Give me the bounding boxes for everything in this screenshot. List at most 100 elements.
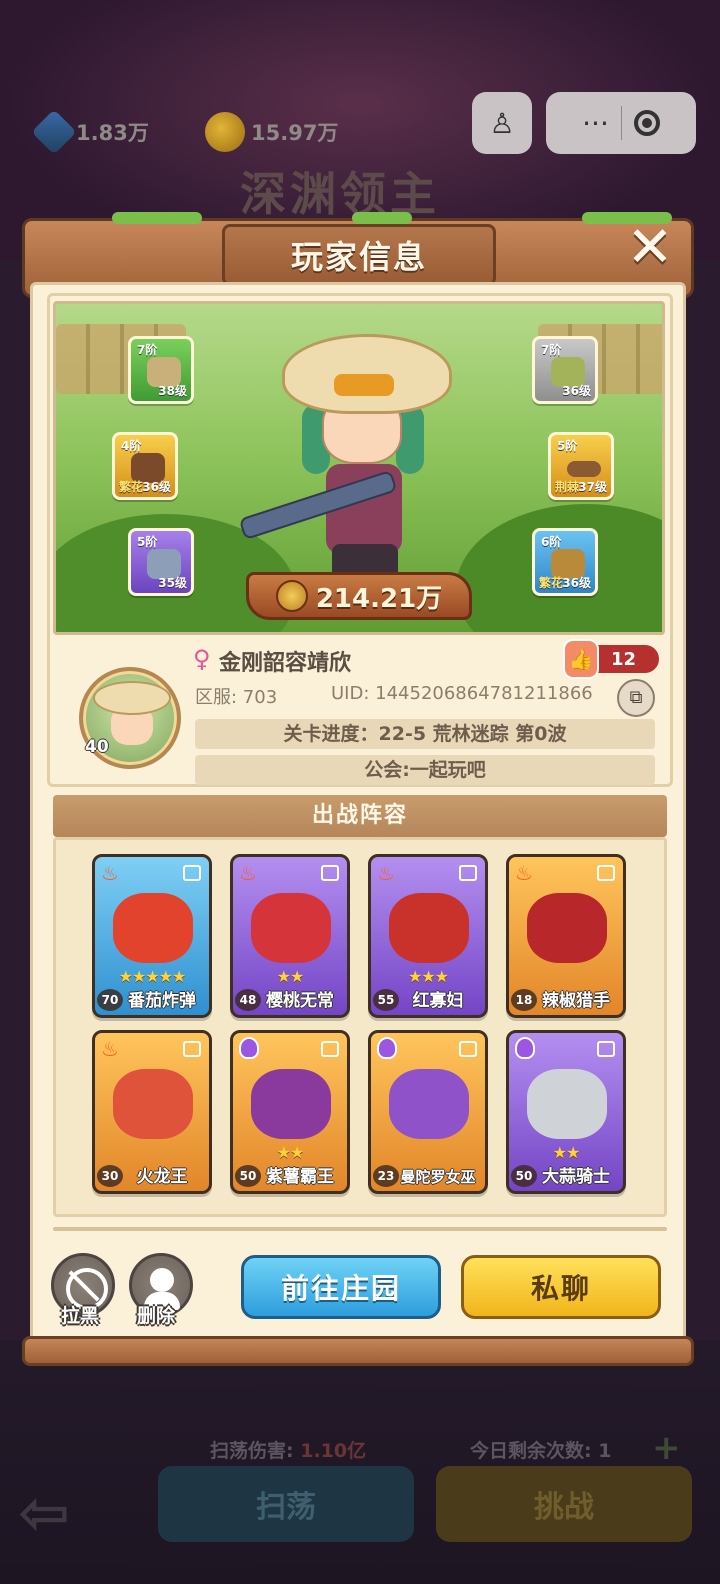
dialog-title: 玩家信息 xyxy=(222,224,496,286)
equip-armor[interactable]: 7阶 36级 xyxy=(532,336,598,404)
datura-witch-art xyxy=(389,1069,469,1139)
card-name: 番茄炸弹 xyxy=(128,991,196,1011)
potion-element-icon xyxy=(377,1037,397,1059)
add-attempts-icon[interactable]: + xyxy=(652,1428,681,1468)
equip-boots[interactable]: 6阶 繁花 36级 xyxy=(532,528,598,596)
like-count: 12 xyxy=(611,649,637,670)
chili-hunter-art xyxy=(527,893,607,963)
joystick-button[interactable]: ♙ xyxy=(472,92,532,154)
belt-icon xyxy=(567,461,601,477)
fire-element-icon: ♨ xyxy=(239,861,257,885)
equip-level: 38级 xyxy=(158,384,187,398)
gem-value: 1.83万 xyxy=(76,121,149,145)
dialog-footer-wood xyxy=(22,1336,694,1366)
equip-level: 36级 xyxy=(562,576,591,590)
plant-card[interactable]: ★★ 50 大蒜骑士 xyxy=(506,1030,626,1194)
equip-affix: 繁花 xyxy=(119,480,144,494)
sweep-button[interactable]: 扫荡 xyxy=(158,1466,414,1542)
joystick-icon: ♙ xyxy=(489,106,515,140)
card-name: 大蒜骑士 xyxy=(542,1167,610,1187)
card-name: 曼陀罗女巫 xyxy=(400,1168,476,1186)
equip-level: 37级 xyxy=(578,480,607,494)
like-badge[interactable]: 👍 12 xyxy=(563,639,661,679)
plant-card[interactable]: 23 曼陀罗女巫 xyxy=(368,1030,488,1194)
garlic-knight-art xyxy=(527,1069,607,1139)
thumbs-up-icon: 👍 xyxy=(563,639,599,679)
equip-belt[interactable]: 5阶 荆棘 37级 xyxy=(548,432,614,500)
potion-element-icon xyxy=(239,1037,259,1059)
slot-icon xyxy=(459,1041,477,1057)
card-stars: ★★ xyxy=(276,1143,305,1162)
more-icon[interactable]: ··· xyxy=(582,107,609,140)
equip-pants[interactable]: 5阶 35级 xyxy=(128,528,194,596)
female-icon: ♀ xyxy=(193,645,211,673)
sweep-damage-value: 1.10亿 xyxy=(300,1440,367,1462)
fire-element-icon: ♨ xyxy=(101,1037,119,1061)
fire-element-icon: ♨ xyxy=(101,861,119,885)
slot-icon xyxy=(321,1041,339,1057)
player-info-dialog: 玩家信息 ✕ 7阶 38级 4阶 繁花 36级 5阶 35级 7阶 36级 5阶… xyxy=(22,212,694,1366)
delete-label: 删除 xyxy=(137,1305,176,1327)
purple-yam-art xyxy=(251,1069,331,1139)
slot-icon xyxy=(597,865,615,881)
card-stars: ★★ xyxy=(552,1143,581,1162)
capsule-menu[interactable]: ··· xyxy=(546,92,696,154)
challenge-button[interactable]: 挑战 xyxy=(436,1466,692,1542)
close-icon[interactable]: ✕ xyxy=(622,220,678,276)
go-to-farm-button[interactable]: 前往庄园 xyxy=(241,1255,441,1319)
fire-element-icon: ♨ xyxy=(515,861,533,885)
private-chat-button[interactable]: 私聊 xyxy=(461,1255,661,1319)
guild-info: 公会:一起玩吧 xyxy=(195,755,655,785)
equip-level: 36级 xyxy=(562,384,591,398)
plant-card[interactable]: ♨ 18 辣椒猎手 xyxy=(506,854,626,1018)
sweep-damage: 扫荡伤害: 1.10亿 xyxy=(210,1436,366,1463)
equip-affix: 繁花 xyxy=(539,576,564,590)
slot-icon xyxy=(183,865,201,881)
equip-hat[interactable]: 7阶 38级 xyxy=(128,336,194,404)
equip-tier: 5阶 xyxy=(137,535,158,549)
coin-value: 15.97万 xyxy=(251,121,339,145)
card-name: 樱桃无常 xyxy=(266,991,334,1011)
card-stars: ★★★ xyxy=(407,967,449,986)
tomato-bomb-art xyxy=(113,893,193,963)
back-arrow-icon[interactable]: ⇦ xyxy=(18,1478,98,1548)
dragon-king-art xyxy=(113,1069,193,1139)
avatar-hat xyxy=(93,681,171,715)
hero-hat-ribbon xyxy=(334,374,394,396)
fire-element-icon: ♨ xyxy=(377,861,395,885)
equip-tier: 7阶 xyxy=(541,343,562,357)
card-stars: ★★ xyxy=(276,967,305,986)
plant-card[interactable]: ★★ 50 紫薯霸王 xyxy=(230,1030,350,1194)
hero-character xyxy=(272,324,462,604)
grass-decoration xyxy=(112,212,202,224)
plant-card[interactable]: ♨ ★★ 48 樱桃无常 xyxy=(230,854,350,1018)
equip-level: 35级 xyxy=(158,576,187,590)
equip-tier: 6阶 xyxy=(541,535,562,549)
uid-info: UID: 1445206864781211866 xyxy=(331,683,593,704)
card-name: 紫薯霸王 xyxy=(266,1167,334,1187)
card-name: 火龙王 xyxy=(136,1167,188,1187)
plant-card[interactable]: ♨ 30 火龙王 xyxy=(92,1030,212,1194)
slot-icon xyxy=(459,865,477,881)
card-stars: ★★★★★ xyxy=(118,967,187,986)
divider xyxy=(53,1227,667,1231)
copy-icon[interactable]: ⧉ xyxy=(617,679,655,717)
gem-icon xyxy=(31,109,77,155)
hero-showcase: 7阶 38级 4阶 繁花 36级 5阶 35级 7阶 36级 5阶 荆棘 37级… xyxy=(53,301,665,635)
close-target-icon[interactable] xyxy=(633,110,660,136)
red-widow-art xyxy=(389,893,469,963)
equip-affix: 荆棘 xyxy=(555,480,580,494)
coin-icon xyxy=(205,112,245,152)
remaining-attempts: 今日剩余次数: 1 xyxy=(470,1440,612,1462)
coin-counter: 15.97万 xyxy=(205,112,338,152)
equip-tier: 7阶 xyxy=(137,343,158,357)
equip-gloves[interactable]: 4阶 繁花 36级 xyxy=(112,432,178,500)
plant-card[interactable]: ♨ ★★★★★ 70 番茄炸弹 xyxy=(92,854,212,1018)
lineup-grid: ♨ ★★★★★ 70 番茄炸弹 ♨ ★★ 48 樱桃无常 ♨ ★★★ 55 红寡… xyxy=(53,837,667,1217)
equip-tier: 4阶 xyxy=(121,439,142,453)
server-info: 区服: 703 xyxy=(195,687,278,708)
sweep-damage-label: 扫荡伤害: xyxy=(210,1440,294,1462)
plant-card[interactable]: ♨ ★★★ 55 红寡妇 xyxy=(368,854,488,1018)
combat-power-banner: 214.21万 xyxy=(246,572,472,620)
cherry-art xyxy=(251,893,331,963)
